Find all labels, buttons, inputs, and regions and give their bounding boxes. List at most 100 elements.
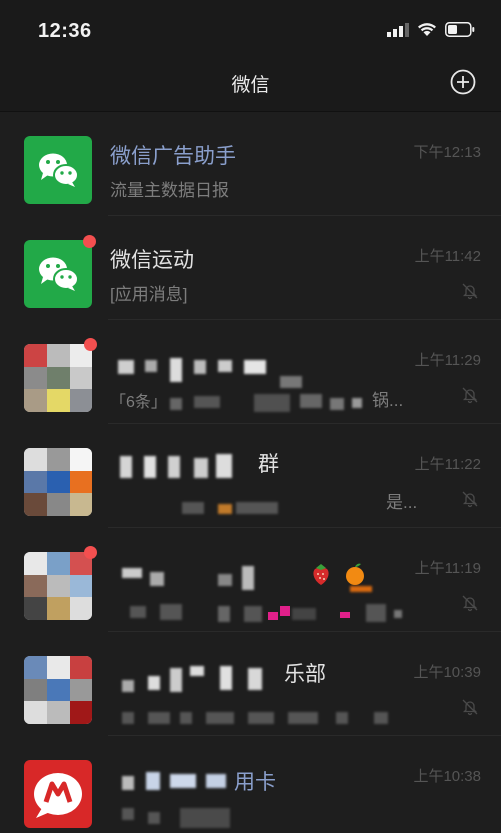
redacted-block	[268, 612, 278, 620]
chat-time: 上午11:22	[414, 456, 481, 473]
redacted-block	[220, 666, 232, 690]
redacted-block	[330, 398, 344, 410]
redacted-block	[292, 608, 316, 620]
chat-preview-end: 锅...	[372, 391, 404, 410]
redacted-block	[244, 606, 262, 622]
chat-item-group[interactable]: 「6条」 锅... 上午11:29	[0, 320, 501, 424]
battery-icon	[445, 22, 475, 37]
chat-item-wechat-ad-assistant[interactable]: 微信广告助手 流量主数据日报 下午12:13	[0, 112, 501, 216]
chat-time: 上午11:42	[414, 248, 481, 265]
unread-dot	[84, 546, 97, 559]
chat-item-group[interactable]: 群 是... 上午11:22	[0, 424, 501, 528]
redacted-block	[180, 808, 230, 828]
unread-dot	[84, 338, 97, 351]
redacted-block	[148, 676, 160, 690]
redacted-block	[242, 566, 254, 590]
redacted-block	[122, 712, 134, 724]
redacted-block	[148, 812, 160, 824]
wechat-logo-avatar	[24, 240, 92, 308]
group-avatar	[24, 552, 92, 620]
chat-preview-start: 「6条」	[110, 394, 167, 411]
brand-logo-avatar	[24, 760, 92, 828]
redacted-block	[190, 666, 204, 676]
plus-circle-icon[interactable]	[449, 68, 477, 96]
redacted-block	[122, 776, 134, 790]
bell-off-icon	[462, 699, 478, 716]
redacted-block	[170, 398, 182, 410]
status-icons	[387, 22, 475, 37]
redacted-block	[218, 504, 232, 514]
redacted-block	[148, 712, 170, 724]
redacted-block	[145, 360, 157, 372]
chat-preview: [应用消息]	[110, 285, 188, 304]
redacted-block	[170, 358, 182, 382]
chat-time: 上午10:38	[413, 768, 481, 785]
chat-title-end: 乐部	[284, 663, 326, 686]
redacted-block	[280, 606, 290, 616]
bell-off-icon	[462, 283, 478, 300]
redacted-block	[168, 456, 180, 478]
redacted-block	[336, 712, 348, 724]
chat-preview-end: 是...	[386, 493, 418, 512]
redacted-block	[350, 586, 372, 592]
redacted-block	[144, 456, 156, 478]
group-avatar	[24, 344, 92, 412]
redacted-block	[236, 502, 278, 514]
group-avatar	[24, 656, 92, 724]
chat-time: 上午11:19	[414, 560, 481, 577]
redacted-block	[394, 610, 402, 618]
redacted-block	[180, 712, 192, 724]
chat-time: 下午12:13	[413, 144, 481, 161]
redacted-block	[194, 458, 208, 478]
chat-item-service[interactable]: 用卡 上午10:38	[0, 736, 501, 833]
redacted-block	[218, 574, 232, 586]
chat-list[interactable]: 微信广告助手 流量主数据日报 下午12:13 微信运动 [应用消息] 上午11:…	[0, 112, 501, 833]
redacted-block	[366, 604, 386, 622]
redacted-block	[130, 606, 146, 618]
orange-icon	[344, 562, 366, 586]
redacted-block	[150, 572, 164, 586]
redacted-block	[218, 360, 232, 372]
page-title: 微信	[231, 75, 270, 96]
chat-time: 上午10:39	[413, 664, 481, 681]
chat-item-wechat-sports[interactable]: 微信运动 [应用消息] 上午11:42	[0, 216, 501, 320]
redacted-block	[118, 360, 134, 374]
chat-title: 微信运动	[110, 249, 194, 272]
redacted-block	[374, 712, 388, 724]
redacted-block	[352, 398, 362, 408]
redacted-block	[146, 772, 160, 790]
redacted-block	[160, 604, 182, 620]
unread-dot	[83, 235, 96, 248]
chat-preview: 流量主数据日报	[110, 181, 229, 200]
nav-bar: 微信	[0, 58, 501, 112]
redacted-block	[280, 376, 302, 388]
redacted-block	[182, 502, 204, 514]
redacted-block	[206, 712, 234, 724]
redacted-block	[218, 606, 230, 622]
redacted-block	[206, 774, 226, 788]
redacted-block	[300, 394, 322, 408]
redacted-block	[122, 808, 134, 820]
chat-item-group[interactable]: 上午11:19	[0, 528, 501, 632]
redacted-block	[244, 360, 266, 374]
redacted-block	[254, 394, 290, 412]
wifi-icon	[418, 23, 436, 36]
redacted-block	[170, 668, 182, 692]
status-bar: 12:36	[0, 0, 501, 58]
chat-title: 微信广告助手	[110, 145, 236, 168]
signal-icon	[387, 22, 409, 37]
redacted-block	[288, 712, 318, 724]
bell-off-icon	[462, 595, 478, 612]
redacted-block	[122, 680, 134, 692]
wechat-logo-avatar	[24, 136, 92, 204]
strawberry-icon	[310, 562, 332, 586]
chat-time: 上午11:29	[414, 352, 481, 369]
redacted-block	[340, 612, 350, 618]
redacted-block	[170, 774, 196, 788]
bell-off-icon	[462, 491, 478, 508]
chat-item-group[interactable]: 乐部 上午10:39	[0, 632, 501, 736]
redacted-block	[122, 568, 142, 578]
bell-off-icon	[462, 387, 478, 404]
redacted-block	[248, 712, 274, 724]
redacted-block	[194, 396, 220, 408]
